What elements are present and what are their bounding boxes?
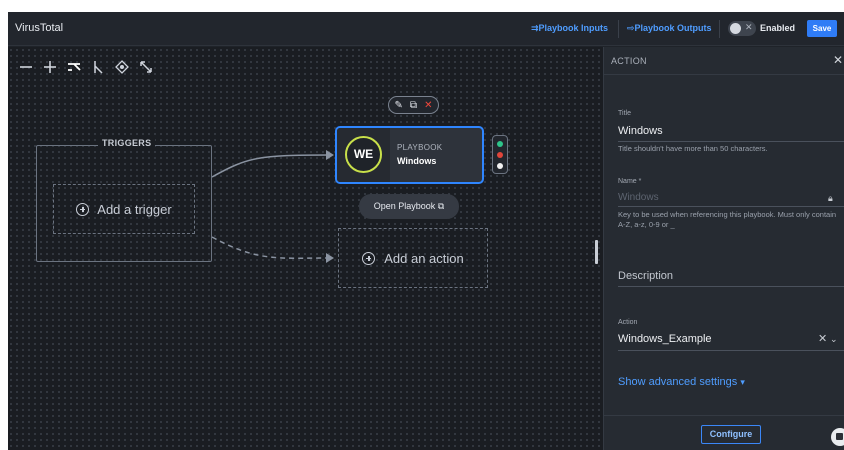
playbook-outputs-label: Playbook Outputs — [634, 23, 712, 33]
playbook-inputs-label: Playbook Inputs — [538, 23, 609, 33]
node-avatar-area: WE — [337, 128, 390, 182]
app-window: VirusTotal ⇉Playbook Inputs ⇨Playbook Ou… — [8, 12, 844, 450]
chat-icon[interactable] — [831, 428, 844, 446]
app-title: VirusTotal — [15, 22, 64, 34]
connector-arrowhead — [326, 150, 334, 160]
panel-title: ACTION — [611, 56, 647, 66]
add-trigger-button[interactable]: Add a trigger — [53, 184, 195, 234]
add-trigger-label: Add a trigger — [97, 201, 172, 217]
connector-arrowhead — [326, 253, 334, 263]
node-name: Windows — [397, 156, 437, 166]
open-playbook-button[interactable]: Open Playbook ⧉ — [359, 194, 459, 219]
configure-button[interactable]: Configure — [701, 425, 761, 444]
action-panel: ACTION ✕ Title Windows Title shouldn't h… — [603, 47, 844, 450]
edit-icon[interactable]: ✎ — [395, 100, 403, 111]
triggers-group: TRIGGERS Add a trigger — [36, 138, 212, 262]
delete-icon[interactable]: ✕ — [424, 100, 432, 111]
panel-resize-handle[interactable] — [595, 240, 598, 264]
panel-header: ACTION ✕ — [604, 47, 844, 75]
inputs-icon: ⇉ — [531, 23, 539, 33]
title-field[interactable]: Windows — [618, 125, 663, 137]
status-dot-green — [497, 141, 503, 147]
avatar: WE — [345, 136, 382, 173]
name-label: Name * — [618, 178, 642, 185]
add-action-button[interactable]: Add an action — [338, 228, 488, 288]
trigger-to-playbook-connector — [211, 154, 331, 178]
description-underline — [618, 286, 844, 287]
show-advanced-settings-link[interactable]: Show advanced settings ▾ — [618, 376, 745, 388]
name-field[interactable]: Windows — [618, 192, 659, 203]
close-icon[interactable]: ✕ — [833, 53, 843, 67]
advanced-link-label: Show advanced settings — [618, 376, 738, 388]
action-select[interactable]: Windows_Example — [618, 333, 712, 345]
lock-icon: 🔒︎ — [828, 193, 833, 203]
name-hint: Key to be used when referencing this pla… — [618, 210, 837, 229]
enabled-label: Enabled — [760, 23, 796, 33]
add-action-label: Add an action — [384, 250, 464, 266]
save-button[interactable]: Save — [807, 20, 837, 37]
top-bar: VirusTotal ⇉Playbook Inputs ⇨Playbook Ou… — [8, 12, 844, 46]
add-circle-icon — [362, 251, 376, 265]
playbook-node[interactable]: WE PLAYBOOK Windows — [335, 126, 484, 184]
title-hint: Title shouldn't have more than 50 charac… — [618, 144, 768, 153]
copy-icon[interactable]: ⧉ — [410, 100, 417, 111]
description-field[interactable]: Description — [618, 270, 673, 282]
action-label: Action — [618, 319, 638, 326]
node-action-bar: ✎ ⧉ ✕ — [388, 96, 439, 114]
node-status-lights — [492, 135, 508, 174]
open-playbook-label: Open Playbook — [373, 201, 436, 211]
enabled-toggle[interactable]: ✕ — [728, 21, 756, 36]
close-icon: ✕ — [745, 22, 753, 32]
outputs-icon: ⇨ — [627, 23, 635, 33]
playbook-outputs-link[interactable]: ⇨Playbook Outputs — [627, 23, 712, 34]
trigger-to-action-connector — [211, 236, 331, 259]
clear-icon[interactable]: ✕ — [818, 332, 827, 345]
action-underline — [618, 350, 844, 351]
title-label: Title — [618, 110, 631, 117]
status-dot-red — [497, 152, 503, 158]
divider — [618, 20, 619, 38]
name-field-underline — [618, 206, 844, 207]
triggers-label: TRIGGERS — [98, 138, 156, 148]
chevron-down-icon: ▾ — [740, 377, 745, 387]
node-type-label: PLAYBOOK — [397, 143, 443, 152]
chevron-down-icon[interactable]: ⌄ — [830, 334, 838, 345]
flow-canvas[interactable]: TRIGGERS Add a trigger ✎ ⧉ ✕ WE PLAYBOOK… — [8, 47, 603, 450]
playbook-inputs-link[interactable]: ⇉Playbook Inputs — [531, 23, 608, 34]
divider — [719, 20, 720, 38]
status-dot-white — [497, 163, 503, 169]
panel-footer: Configure — [604, 415, 844, 450]
external-link-icon: ⧉ — [437, 201, 445, 211]
title-field-underline — [618, 141, 844, 142]
add-circle-icon — [76, 202, 90, 216]
chat-glyph — [836, 433, 843, 440]
toggle-knob — [730, 23, 741, 34]
